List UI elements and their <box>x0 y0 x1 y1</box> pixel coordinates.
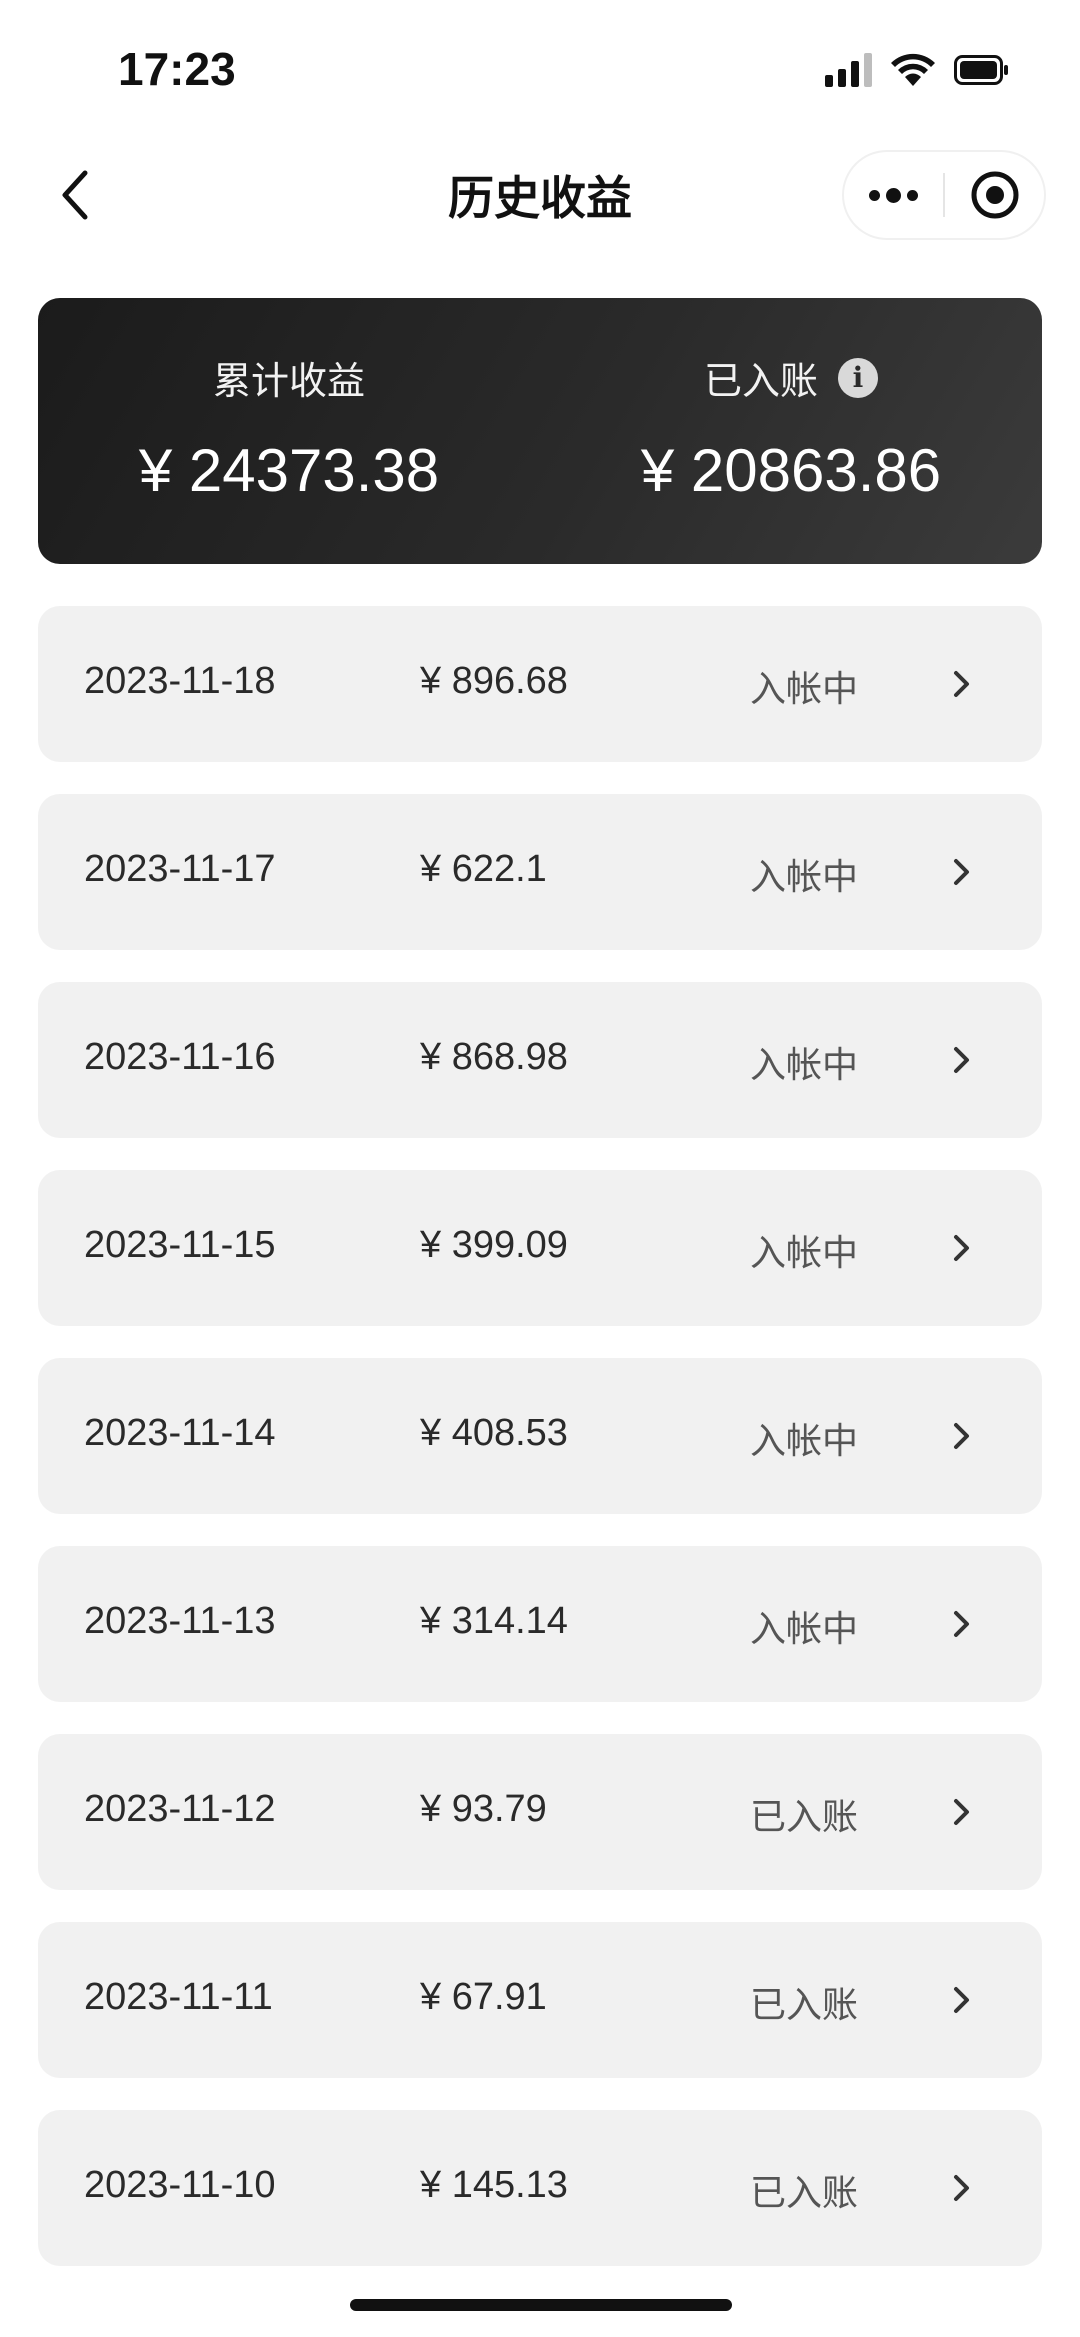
close-mini-program-button[interactable] <box>945 152 1044 238</box>
row-amount: ¥ 896.68 <box>420 660 568 702</box>
chevron-right-icon <box>942 1602 982 1646</box>
status-bar: 17:23 <box>0 0 1080 140</box>
income-row[interactable]: 2023-11-11 ¥ 67.91 已入账 <box>38 1922 1042 2078</box>
chevron-right-icon <box>942 850 982 894</box>
mini-program-capsule <box>844 152 1044 238</box>
target-circle-icon <box>971 171 1018 219</box>
row-status: 入帐中 <box>750 1045 859 1086</box>
chevron-right-icon <box>942 1038 982 1082</box>
row-status: 已入账 <box>750 1985 859 2026</box>
home-indicator[interactable] <box>350 2299 732 2311</box>
row-date: 2023-11-10 <box>84 2164 276 2206</box>
income-row[interactable]: 2023-11-12 ¥ 93.79 已入账 <box>38 1734 1042 1890</box>
more-dots-icon[interactable] <box>844 152 943 238</box>
income-row[interactable]: 2023-11-14 ¥ 408.53 入帐中 <box>38 1358 1042 1514</box>
income-row[interactable]: 2023-11-18 ¥ 896.68 入帐中 <box>38 606 1042 762</box>
income-history-list: 2023-11-18 ¥ 896.68 入帐中 2023-11-17 ¥ 622… <box>38 606 1042 2298</box>
total-income-block: 累计收益 ¥ 24373.38 <box>38 298 540 564</box>
row-amount: ¥ 67.91 <box>420 1976 547 2018</box>
chevron-right-icon <box>942 1226 982 1270</box>
wifi-icon <box>890 53 936 87</box>
chevron-right-icon <box>942 662 982 706</box>
row-status: 入帐中 <box>750 857 859 898</box>
row-amount: ¥ 145.13 <box>420 2164 568 2206</box>
total-income-label: 累计收益 <box>38 350 540 405</box>
row-status: 已入账 <box>750 1797 859 1838</box>
total-income-value: ¥ 24373.38 <box>138 437 440 504</box>
income-row[interactable]: 2023-11-13 ¥ 314.14 入帐中 <box>38 1546 1042 1702</box>
row-status: 入帐中 <box>750 1421 859 1462</box>
income-row[interactable]: 2023-11-15 ¥ 399.09 入帐中 <box>38 1170 1042 1326</box>
income-row[interactable]: 2023-11-17 ¥ 622.1 入帐中 <box>38 794 1042 950</box>
row-amount: ¥ 622.1 <box>420 848 547 890</box>
row-status: 已入账 <box>750 2173 859 2214</box>
row-amount: ¥ 868.98 <box>420 1036 568 1078</box>
credited-income-value: ¥ 20863.86 <box>640 437 942 504</box>
chevron-right-icon <box>942 1978 982 2022</box>
info-icon[interactable]: i <box>838 357 878 398</box>
signal-icon <box>825 53 872 87</box>
navigation-bar: 历史收益 <box>0 140 1080 250</box>
chevron-right-icon <box>942 2166 982 2210</box>
status-time: 17:23 <box>118 43 236 95</box>
row-status: 入帐中 <box>750 1233 859 1274</box>
row-date: 2023-11-17 <box>84 848 276 890</box>
row-date: 2023-11-15 <box>84 1224 276 1266</box>
row-date: 2023-11-14 <box>84 1412 276 1454</box>
total-income-label-text: 累计收益 <box>212 359 365 403</box>
row-date: 2023-11-11 <box>84 1976 273 2018</box>
history-income-page: 17:23 历史收益 累计收益 ¥ 24373.38 已入账 i ¥ 20863… <box>0 0 1080 2337</box>
row-date: 2023-11-12 <box>84 1788 276 1830</box>
credited-income-label-text: 已入账 <box>703 359 818 403</box>
income-summary-card: 累计收益 ¥ 24373.38 已入账 i ¥ 20863.86 <box>38 298 1042 564</box>
battery-icon <box>954 55 1010 85</box>
row-amount: ¥ 93.79 <box>420 1788 547 1830</box>
row-status: 入帐中 <box>750 669 859 710</box>
credited-income-block: 已入账 i ¥ 20863.86 <box>540 298 1042 564</box>
credited-income-label: 已入账 i <box>540 350 1042 405</box>
income-row[interactable]: 2023-11-10 ¥ 145.13 已入账 <box>38 2110 1042 2266</box>
chevron-right-icon <box>942 1414 982 1458</box>
row-date: 2023-11-18 <box>84 660 276 702</box>
income-row[interactable]: 2023-11-16 ¥ 868.98 入帐中 <box>38 982 1042 1138</box>
row-date: 2023-11-16 <box>84 1036 276 1078</box>
row-date: 2023-11-13 <box>84 1600 276 1642</box>
row-amount: ¥ 314.14 <box>420 1600 568 1642</box>
status-icons <box>825 50 1010 90</box>
row-amount: ¥ 399.09 <box>420 1224 568 1266</box>
row-status: 入帐中 <box>750 1609 859 1650</box>
row-amount: ¥ 408.53 <box>420 1412 568 1454</box>
chevron-right-icon <box>942 1790 982 1834</box>
